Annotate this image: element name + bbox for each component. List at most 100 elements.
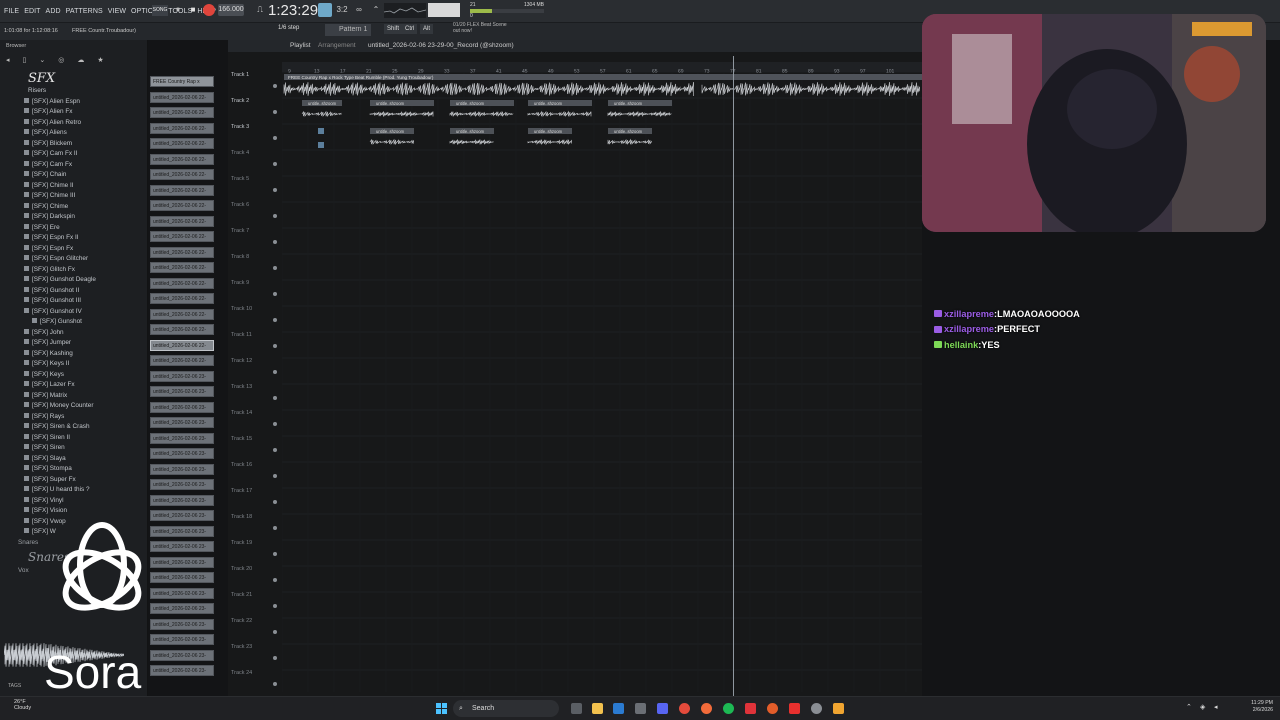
- browser-item[interactable]: [SFX] Glitch Fx: [0, 265, 147, 276]
- track-header[interactable]: Track 24: [228, 670, 280, 696]
- obs-icon[interactable]: [811, 703, 822, 714]
- channel-button[interactable]: untitled_2026-02-06 22-: [150, 355, 214, 367]
- track-mute-dot[interactable]: [273, 396, 277, 400]
- channel-button[interactable]: untitled_2026-02-06 23-: [150, 417, 214, 429]
- channel-button[interactable]: untitled_2026-02-06 22-: [150, 246, 214, 258]
- browser-item[interactable]: [SFX] Vinyl: [0, 496, 147, 507]
- browser-item[interactable]: [SFX] John: [0, 328, 147, 339]
- browser-item[interactable]: [SFX] Keys II: [0, 359, 147, 370]
- browser-item[interactable]: [SFX] Vision: [0, 506, 147, 517]
- browser-item[interactable]: [SFX] Cam Fx II: [0, 149, 147, 160]
- menu-item[interactable]: FILE: [4, 8, 19, 15]
- track-mute-dot[interactable]: [273, 214, 277, 218]
- track-header[interactable]: Track 20: [228, 566, 280, 592]
- track-header[interactable]: Track 6: [228, 202, 280, 228]
- channel-button[interactable]: untitled_2026-02-06 23-: [150, 494, 214, 506]
- track-header[interactable]: Track 13: [228, 384, 280, 410]
- browser-item[interactable]: [SFX] Siren & Crash: [0, 422, 147, 433]
- refresh-icon[interactable]: ◎: [58, 56, 64, 64]
- channel-button[interactable]: untitled_2026-02-06 23-: [150, 479, 214, 491]
- track-mute-dot[interactable]: [273, 474, 277, 478]
- track-header[interactable]: Track 2: [228, 98, 280, 124]
- track-mute-dot[interactable]: [273, 552, 277, 556]
- track-header[interactable]: Track 17: [228, 488, 280, 514]
- adobe-icon[interactable]: [745, 703, 756, 714]
- typing-keyboard-button[interactable]: [318, 3, 332, 17]
- browser-item[interactable]: [SFX] Slaya: [0, 454, 147, 465]
- channel-button[interactable]: untitled_2026-02-06 22-: [150, 122, 214, 134]
- track-header[interactable]: Track 14: [228, 410, 280, 436]
- track-mute-dot[interactable]: [273, 188, 277, 192]
- browser-item[interactable]: [SFX] Gunshot IV: [0, 307, 147, 318]
- browser-item[interactable]: [SFX] Espn Fx: [0, 244, 147, 255]
- channel-button[interactable]: untitled_2026-02-06 22-: [150, 324, 214, 336]
- snap-selector[interactable]: 1/6 step: [278, 25, 299, 31]
- track-header[interactable]: Track 4: [228, 150, 280, 176]
- channel-button[interactable]: untitled_2026-02-06 23-: [150, 432, 214, 444]
- play-icon[interactable]: ⏸: [172, 4, 184, 16]
- browser-item[interactable]: [SFX] Chime II: [0, 181, 147, 192]
- task-view-icon[interactable]: [571, 703, 582, 714]
- channel-button[interactable]: untitled_2026-02-06 22-: [150, 308, 214, 320]
- browser-item[interactable]: [SFX] Espn Fx II: [0, 233, 147, 244]
- track-mute-dot[interactable]: [273, 162, 277, 166]
- channel-button[interactable]: FREE Country Rap x: [150, 76, 214, 88]
- pattern-selector[interactable]: Pattern 1: [325, 24, 371, 36]
- browser-item[interactable]: [SFX] U heard this ?: [0, 485, 147, 496]
- browser-item[interactable]: [SFX] Gunshot: [0, 317, 147, 328]
- channel-button[interactable]: untitled_2026-02-06 22-: [150, 293, 214, 305]
- track-header[interactable]: Track 19: [228, 540, 280, 566]
- track-header[interactable]: Track 3: [228, 124, 280, 150]
- browser-item[interactable]: [SFX] Kashing: [0, 349, 147, 360]
- channel-button[interactable]: untitled_2026-02-06 22-: [150, 231, 214, 243]
- track-mute-dot[interactable]: [273, 292, 277, 296]
- browser-item[interactable]: [SFX] Chime III: [0, 191, 147, 202]
- track-mute-dot[interactable]: [273, 578, 277, 582]
- file-icon[interactable]: ▯: [23, 56, 27, 64]
- back-icon[interactable]: ◂: [6, 56, 10, 64]
- track-mute-dot[interactable]: [273, 422, 277, 426]
- timeline-ruler[interactable]: 9131721252933374145495357616569737781858…: [282, 62, 922, 75]
- channel-button[interactable]: untitled_2026-02-06 22-: [150, 184, 214, 196]
- browser-item[interactable]: [SFX] Chime: [0, 202, 147, 213]
- master-volume[interactable]: [428, 3, 460, 17]
- alt-key[interactable]: Alt: [420, 24, 434, 34]
- track-header[interactable]: Track 12: [228, 358, 280, 384]
- track-mute-dot[interactable]: [273, 682, 277, 686]
- track-mute-dot[interactable]: [273, 448, 277, 452]
- menu-item[interactable]: EDIT: [24, 8, 40, 15]
- track-mute-dot[interactable]: [273, 344, 277, 348]
- track-mute-dot[interactable]: [273, 630, 277, 634]
- menu-item[interactable]: VIEW: [108, 8, 126, 15]
- track-header[interactable]: Track 16: [228, 462, 280, 488]
- ctrl-key[interactable]: Ctrl: [402, 24, 418, 34]
- browser-item[interactable]: [SFX] Siren: [0, 443, 147, 454]
- system-clock[interactable]: 11:29 PM 2/6/2026: [1243, 700, 1273, 714]
- volume-icon[interactable]: ◂: [1214, 704, 1222, 712]
- spotify-icon[interactable]: [723, 703, 734, 714]
- track-header[interactable]: Track 22: [228, 618, 280, 644]
- track-mute-dot[interactable]: [273, 500, 277, 504]
- browser-item[interactable]: [SFX] Money Counter: [0, 401, 147, 412]
- browser-item[interactable]: [SFX] Rays: [0, 412, 147, 423]
- track-header[interactable]: Track 15: [228, 436, 280, 462]
- track-mute-dot[interactable]: [273, 604, 277, 608]
- chat-username[interactable]: hellaink: [944, 340, 978, 350]
- metronome-icon[interactable]: ⎍: [254, 4, 266, 16]
- weather-widget[interactable]: 26°F Cloudy: [14, 699, 31, 711]
- channel-button[interactable]: untitled_2026-02-06 22-: [150, 153, 214, 165]
- browser-item[interactable]: [SFX] Chain: [0, 170, 147, 181]
- cloud-icon[interactable]: ☁: [77, 56, 84, 64]
- track-header[interactable]: Track 10: [228, 306, 280, 332]
- browser-item[interactable]: [SFX] Ere: [0, 223, 147, 234]
- track-mute-dot[interactable]: [273, 84, 277, 88]
- browser-item[interactable]: [SFX] Keys: [0, 370, 147, 381]
- channel-button[interactable]: untitled_2026-02-06 22-: [150, 91, 214, 103]
- menu-item[interactable]: PATTERNS: [66, 8, 103, 15]
- taskbar-search[interactable]: ⌕ Search: [453, 700, 559, 717]
- track-mute-dot[interactable]: [273, 266, 277, 270]
- channel-button[interactable]: untitled_2026-02-06 22-: [150, 200, 214, 212]
- track-mute-dot[interactable]: [273, 110, 277, 114]
- menu-item[interactable]: ADD: [46, 8, 61, 15]
- browser-item[interactable]: [SFX] Aliens: [0, 128, 147, 139]
